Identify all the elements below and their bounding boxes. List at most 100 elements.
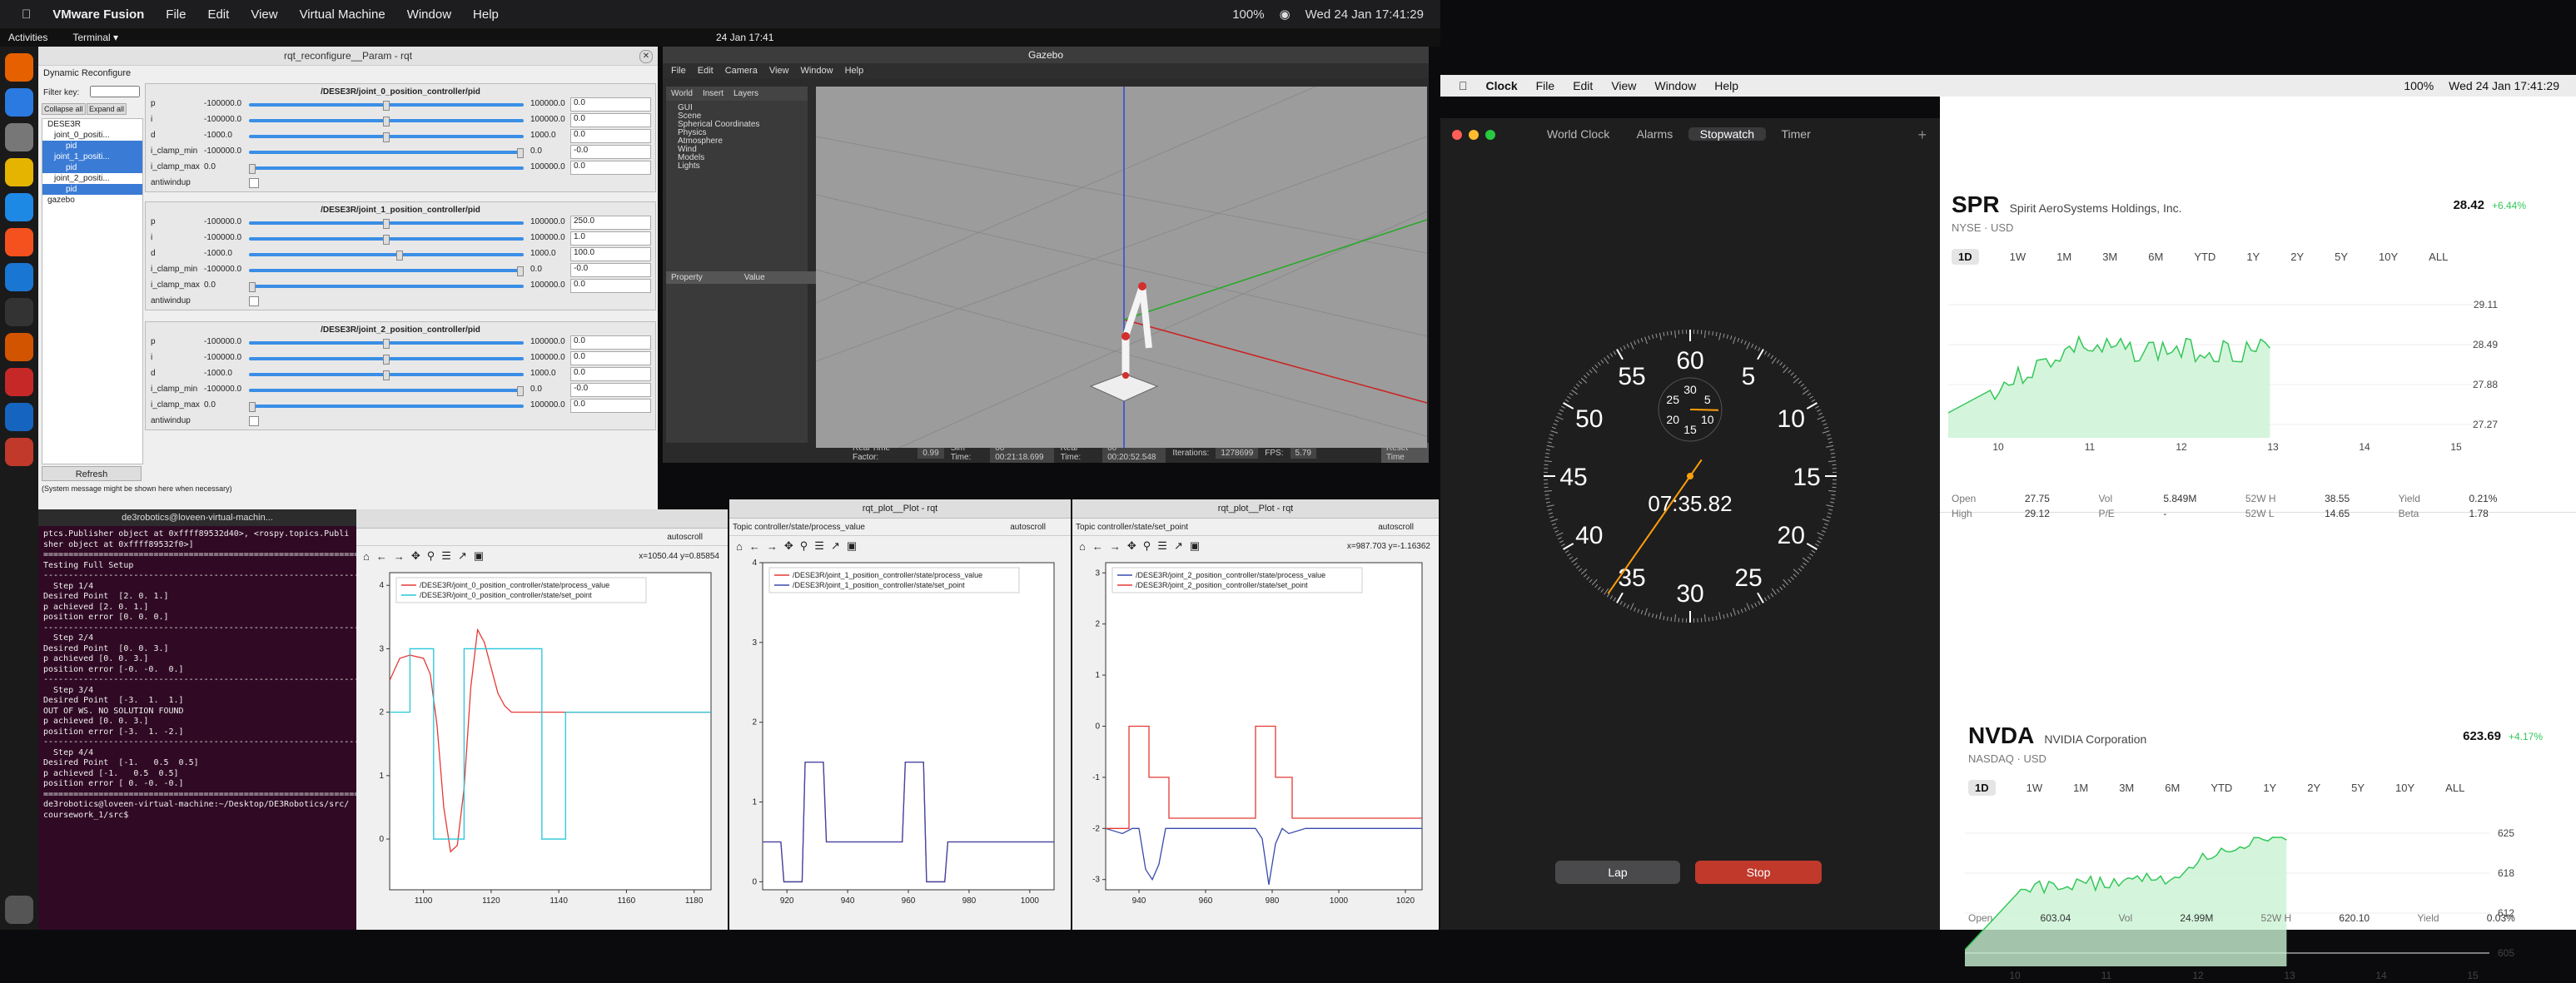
menu2-view[interactable]: View bbox=[1611, 79, 1636, 92]
range-ytd[interactable]: YTD bbox=[2194, 251, 2215, 263]
gz-tab-world[interactable]: World bbox=[671, 89, 693, 98]
param-value-input[interactable]: -0.0 bbox=[570, 145, 651, 159]
edit-icon[interactable]: ↗ bbox=[1174, 539, 1183, 553]
thunderbird-icon[interactable] bbox=[5, 88, 33, 117]
menu2-help[interactable]: Help bbox=[1714, 79, 1738, 92]
topic-label[interactable]: Topic controller/state/set_point bbox=[1076, 523, 1188, 532]
param-value-input[interactable]: 0.0 bbox=[570, 113, 651, 127]
param-value-input[interactable]: 0.0 bbox=[570, 129, 651, 143]
gz-tab-insert[interactable]: Insert bbox=[703, 89, 724, 98]
range-1w[interactable]: 1W bbox=[2026, 782, 2043, 794]
back-icon[interactable]: ← bbox=[376, 550, 387, 563]
param-slider[interactable] bbox=[249, 151, 524, 154]
slider-handle[interactable] bbox=[383, 370, 390, 380]
param-slider[interactable] bbox=[249, 103, 524, 107]
clock-app-name[interactable]: Clock bbox=[1486, 79, 1518, 92]
save-icon[interactable]: ▣ bbox=[847, 539, 857, 553]
save-icon[interactable]: ▣ bbox=[1190, 539, 1200, 553]
slider-handle[interactable] bbox=[383, 101, 390, 111]
gazebo-3d-view[interactable] bbox=[816, 87, 1427, 448]
slider-handle[interactable] bbox=[396, 251, 403, 261]
menu2-file[interactable]: File bbox=[1536, 79, 1555, 92]
tab-alarms[interactable]: Alarms bbox=[1625, 127, 1685, 141]
param-slider[interactable] bbox=[249, 357, 524, 360]
zoom-icon[interactable]: ⚲ bbox=[1143, 539, 1151, 553]
stock-chart[interactable]: 29.1128.4927.8827.27101112131415 bbox=[1948, 288, 2498, 454]
range-6m[interactable]: 6M bbox=[2148, 251, 2163, 263]
range-2y[interactable]: 2Y bbox=[2290, 251, 2304, 263]
app-name[interactable]: VMware Fusion bbox=[52, 7, 144, 22]
tree-item[interactable]: gazebo bbox=[42, 195, 142, 206]
zoom-icon[interactable]: ⚲ bbox=[800, 539, 808, 553]
datetime-right[interactable]: Wed 24 Jan 17:41:29 bbox=[2449, 79, 2559, 92]
slider-handle[interactable] bbox=[383, 132, 390, 142]
home-icon[interactable]: ⌂ bbox=[363, 550, 370, 563]
apple-icon[interactable]:  bbox=[22, 7, 31, 22]
datetime[interactable]: Wed 24 Jan 17:41:29 bbox=[1305, 7, 1424, 22]
activities-button[interactable]: Activities bbox=[8, 32, 47, 43]
autoscroll-checkbox[interactable]: autoscroll bbox=[1378, 523, 1414, 532]
param-slider[interactable] bbox=[249, 221, 524, 225]
battery-percent-right[interactable]: 100% bbox=[2404, 79, 2434, 92]
window-zoom-icon[interactable] bbox=[1485, 130, 1495, 140]
range-1d[interactable]: 1D bbox=[1968, 780, 1996, 796]
menu-file[interactable]: File bbox=[166, 7, 186, 22]
param-value-input[interactable]: 100.0 bbox=[570, 247, 651, 261]
expand-all-button[interactable]: Expand all bbox=[87, 103, 127, 115]
firefox-icon[interactable] bbox=[5, 53, 33, 82]
gz-world-item[interactable]: Lights bbox=[678, 162, 796, 171]
param-value-input[interactable]: 0.0 bbox=[570, 161, 651, 175]
tree-item[interactable]: joint_0_positi... bbox=[42, 130, 142, 141]
param-value-input[interactable]: 0.0 bbox=[570, 367, 651, 381]
edit-icon[interactable]: ↗ bbox=[458, 549, 467, 563]
plot-canvas[interactable]: 1100112011401160118001234/DESE3R/joint_0… bbox=[365, 566, 719, 911]
range-1m[interactable]: 1M bbox=[2056, 251, 2071, 263]
gz-menu-edit[interactable]: Edit bbox=[698, 63, 714, 78]
slider-handle[interactable] bbox=[383, 219, 390, 229]
param-value-input[interactable]: -0.0 bbox=[570, 263, 651, 277]
plot-canvas[interactable]: 920940960980100001234/DESE3R/joint_1_pos… bbox=[738, 556, 1062, 911]
autoscroll-checkbox[interactable]: autoscroll bbox=[667, 533, 703, 542]
editor-dock-icon[interactable] bbox=[5, 403, 33, 431]
tab-timer[interactable]: Timer bbox=[1770, 127, 1823, 141]
range-3m[interactable]: 3M bbox=[2119, 782, 2134, 794]
param-value-input[interactable]: 0.0 bbox=[570, 279, 651, 293]
forward-icon[interactable]: → bbox=[1110, 540, 1121, 553]
close-icon[interactable]: ✕ bbox=[639, 50, 653, 63]
writer-icon[interactable] bbox=[5, 193, 33, 221]
slider-handle[interactable] bbox=[383, 235, 390, 245]
wifi-icon[interactable]: ◉ bbox=[1280, 7, 1290, 22]
tab-world-clock[interactable]: World Clock bbox=[1535, 127, 1621, 141]
gz-menu-view[interactable]: View bbox=[769, 63, 789, 78]
range-5y[interactable]: 5Y bbox=[2351, 782, 2365, 794]
gz-tab-layers[interactable]: Layers bbox=[734, 89, 758, 98]
configure-icon[interactable]: ☰ bbox=[441, 549, 451, 563]
zoom-icon[interactable]: ⚲ bbox=[427, 549, 435, 563]
param-value-input[interactable]: 250.0 bbox=[570, 216, 651, 230]
antiwindup-checkbox[interactable] bbox=[249, 296, 259, 306]
tab-stopwatch[interactable]: Stopwatch bbox=[1688, 127, 1766, 141]
slider-handle[interactable] bbox=[383, 117, 390, 127]
tree-item[interactable]: pid bbox=[42, 141, 142, 151]
param-slider[interactable] bbox=[249, 253, 524, 256]
filter-input[interactable] bbox=[90, 86, 140, 97]
pan-icon[interactable]: ✥ bbox=[411, 549, 420, 563]
param-value-input[interactable]: 1.0 bbox=[570, 231, 651, 246]
rhythmbox-icon[interactable] bbox=[5, 158, 33, 186]
range-1d[interactable]: 1D bbox=[1952, 249, 1979, 265]
gz-menu-help[interactable]: Help bbox=[845, 63, 864, 78]
configure-icon[interactable]: ☰ bbox=[1157, 539, 1167, 553]
range-5y[interactable]: 5Y bbox=[2335, 251, 2348, 263]
add-icon[interactable]: + bbox=[1917, 127, 1927, 144]
param-value-input[interactable]: 0.0 bbox=[570, 351, 651, 365]
apple-icon-right[interactable]:  bbox=[1459, 79, 1468, 92]
configure-icon[interactable]: ☰ bbox=[814, 539, 824, 553]
gz-menu-file[interactable]: File bbox=[671, 63, 686, 78]
pan-icon[interactable]: ✥ bbox=[784, 539, 793, 553]
autoscroll-checkbox[interactable]: autoscroll bbox=[1010, 523, 1046, 532]
param-slider[interactable] bbox=[249, 405, 524, 408]
menu-virtual-machine[interactable]: Virtual Machine bbox=[300, 7, 385, 22]
show-apps-icon[interactable] bbox=[5, 896, 33, 924]
tree-item[interactable]: pid bbox=[42, 184, 142, 195]
window-minimize-icon[interactable] bbox=[1469, 130, 1479, 140]
